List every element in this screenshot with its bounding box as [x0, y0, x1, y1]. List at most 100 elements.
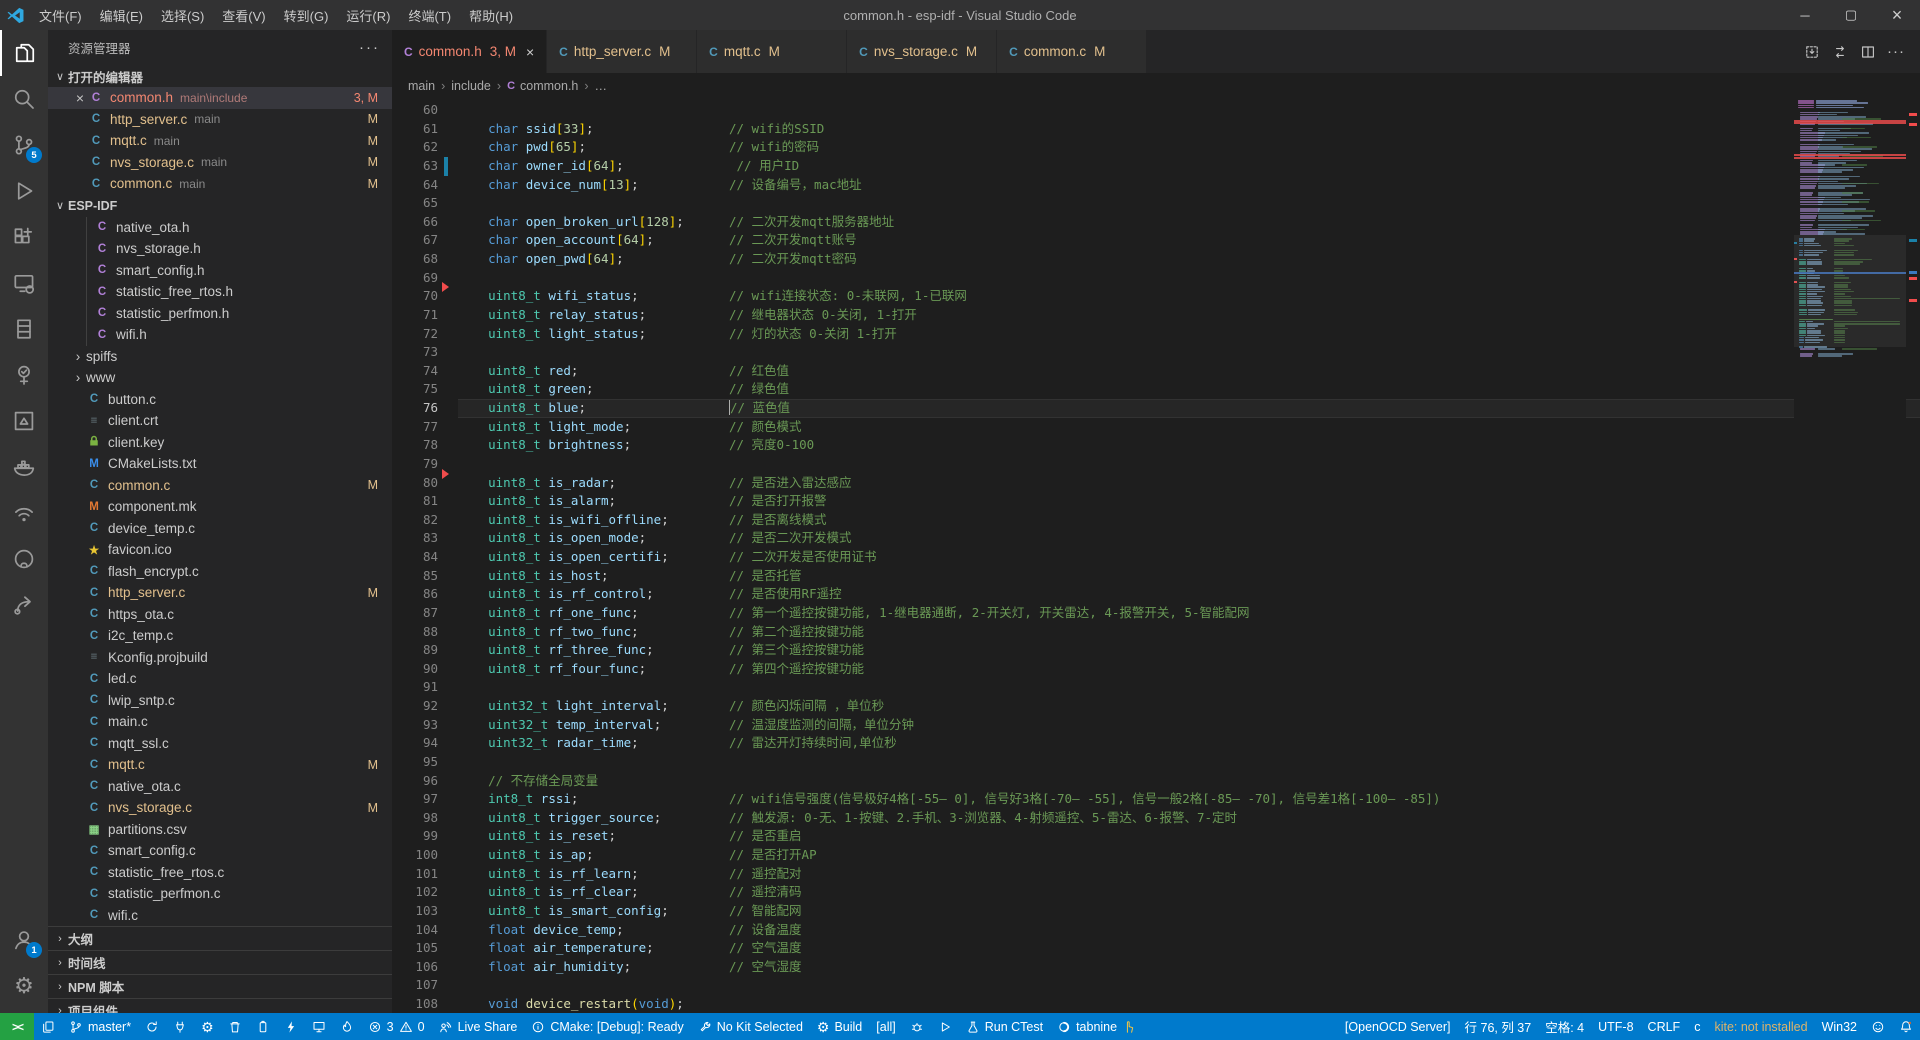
tree-item-favicon.ico[interactable]: ★favicon.ico	[48, 539, 392, 561]
status-cursor-position[interactable]: 行 76, 列 37	[1458, 1013, 1539, 1040]
tree-item-button.c[interactable]: Cbutton.c	[48, 389, 392, 411]
tree-item-partitions.csv[interactable]: ▦partitions.csv	[48, 819, 392, 841]
tree-item-native_ota.h[interactable]: Cnative_ota.h	[48, 217, 392, 239]
tree-item-statistic_perfmon.c[interactable]: Cstatistic_perfmon.c	[48, 883, 392, 905]
menu-运行[interactable]: 运行(R)	[337, 0, 399, 30]
section-NPM 脚本[interactable]: ›NPM 脚本	[48, 974, 392, 998]
tab-nvs_storage.c[interactable]: Cnvs_storage.cM	[847, 30, 997, 73]
status-serial-port[interactable]	[166, 1013, 194, 1040]
tree-item-smart_config.c[interactable]: Csmart_config.c	[48, 840, 392, 862]
tree-item-https_ota.c[interactable]: Chttps_ota.c	[48, 604, 392, 626]
status-build-target[interactable]: [all]	[869, 1013, 902, 1040]
status-live-share[interactable]: Live Share	[432, 1013, 525, 1040]
tab-http_server.c[interactable]: Chttp_server.cM	[547, 30, 697, 73]
close-button[interactable]: ×	[1874, 0, 1920, 30]
status-feedback[interactable]	[1864, 1013, 1892, 1040]
status-sync[interactable]	[138, 1013, 166, 1040]
tree-item-nvs_storage.h[interactable]: Cnvs_storage.h	[48, 238, 392, 260]
code-area[interactable]: char ssid[33]; // wifi的SSID char pwd[65]…	[458, 99, 1920, 1013]
tree-item-flash_encrypt.c[interactable]: Cflash_encrypt.c	[48, 561, 392, 583]
activitybar-live-share[interactable]	[0, 582, 48, 628]
maximize-button[interactable]: ▢	[1828, 0, 1874, 30]
tree-item-client.crt[interactable]: ≡client.crt	[48, 410, 392, 432]
tree-item-statistic_free_rtos.c[interactable]: Cstatistic_free_rtos.c	[48, 862, 392, 884]
tree-item-main.c[interactable]: Cmain.c	[48, 711, 392, 733]
status-language-mode[interactable]: c	[1687, 1013, 1707, 1040]
status-encoding[interactable]: UTF-8	[1591, 1013, 1640, 1040]
tab-common.h[interactable]: Ccommon.h3, M×	[392, 30, 547, 73]
activitybar-docker[interactable]	[0, 444, 48, 490]
status-platform[interactable]: Win32	[1815, 1013, 1864, 1040]
status-tabnine[interactable]: tabnine	[1050, 1013, 1143, 1040]
open-editor-common.c[interactable]: Ccommon.cmainM	[48, 173, 392, 195]
minimap-slider[interactable]	[1794, 235, 1906, 348]
section-header-open-editors[interactable]: ∨打开的编辑器	[48, 65, 392, 87]
tree-item-client.key[interactable]: client.key	[48, 432, 392, 454]
tree-item-www[interactable]: ›www	[48, 367, 392, 389]
status-editor-layouts[interactable]	[34, 1013, 62, 1040]
status-monitor-device[interactable]	[305, 1013, 333, 1040]
activitybar-extensions[interactable]	[0, 214, 48, 260]
activitybar-remote-explorer[interactable]	[0, 260, 48, 306]
activitybar-explorer[interactable]	[0, 30, 48, 76]
tree-item-statistic_perfmon.h[interactable]: Cstatistic_perfmon.h	[48, 303, 392, 325]
status-launch-target[interactable]	[931, 1013, 959, 1040]
section-大纲[interactable]: ›大纲	[48, 926, 392, 950]
tree-item-nvs_storage.c[interactable]: Cnvs_storage.cM	[48, 797, 392, 819]
breadcrumb[interactable]: main›include›Ccommon.h›…	[392, 73, 1920, 99]
status-remote-indicator[interactable]: ><	[0, 1013, 34, 1040]
tab-common.c[interactable]: Ccommon.cM	[997, 30, 1147, 73]
status-notifications[interactable]	[1892, 1013, 1920, 1040]
activitybar-docs[interactable]	[0, 306, 48, 352]
menu-查看[interactable]: 查看(V)	[213, 0, 274, 30]
open-editor-nvs_storage.c[interactable]: Cnvs_storage.cmainM	[48, 152, 392, 174]
close-icon[interactable]: ×	[72, 90, 88, 106]
tree-item-i2c_temp.c[interactable]: Ci2c_temp.c	[48, 625, 392, 647]
sync-file-icon[interactable]	[1826, 44, 1854, 60]
section-项目组件[interactable]: ›项目组件	[48, 998, 392, 1013]
menu-终端[interactable]: 终端(T)	[399, 0, 460, 30]
breadcrumb-item[interactable]: …	[595, 79, 608, 93]
section-时间线[interactable]: ›时间线	[48, 950, 392, 974]
status-cmake-kit[interactable]: No Kit Selected	[691, 1013, 810, 1040]
tree-item-http_server.c[interactable]: Chttp_server.cM	[48, 582, 392, 604]
activitybar-esp-idf[interactable]	[0, 490, 48, 536]
tree-item-led.c[interactable]: Cled.c	[48, 668, 392, 690]
breadcrumb-item[interactable]: main	[408, 79, 435, 93]
open-editor-http_server.c[interactable]: Chttp_server.cmainM	[48, 109, 392, 131]
menu-选择[interactable]: 选择(S)	[152, 0, 213, 30]
more-actions-icon[interactable]: ···	[1882, 43, 1910, 60]
status-openocd-server[interactable]: [OpenOCD Server]	[1338, 1013, 1458, 1040]
menu-转到[interactable]: 转到(G)	[275, 0, 338, 30]
activitybar-account[interactable]: 1	[0, 917, 48, 963]
minimap[interactable]	[1794, 99, 1906, 1013]
status-kite-status[interactable]: kite: not installed	[1707, 1013, 1814, 1040]
status-run-ctest[interactable]: Run CTest	[959, 1013, 1050, 1040]
status-git-branch[interactable]: master*	[62, 1013, 138, 1040]
tree-item-component.mk[interactable]: Mcomponent.mk	[48, 496, 392, 518]
run-below-icon[interactable]	[1798, 44, 1826, 60]
activitybar-settings[interactable]: ⚙	[0, 963, 48, 1009]
status-cmake-build[interactable]: ⚙Build	[810, 1013, 869, 1040]
tree-item-CMakeLists.txt[interactable]: MCMakeLists.txt	[48, 453, 392, 475]
tree-item-native_ota.c[interactable]: Cnative_ota.c	[48, 776, 392, 798]
tree-item-lwip_sntp.c[interactable]: Clwip_sntp.c	[48, 690, 392, 712]
open-editor-mqtt.c[interactable]: Cmqtt.cmainM	[48, 130, 392, 152]
sidebar-more-actions-icon[interactable]: ···	[359, 39, 380, 56]
close-icon[interactable]: ×	[526, 44, 534, 60]
tree-item-common.c[interactable]: Ccommon.cM	[48, 475, 392, 497]
breadcrumb-item[interactable]: include	[451, 79, 491, 93]
status-cmake-status[interactable]: CMake: [Debug]: Ready	[524, 1013, 690, 1040]
breadcrumb-item[interactable]: common.h	[520, 79, 578, 93]
status-indentation[interactable]: 空格: 4	[1538, 1013, 1591, 1040]
menu-编辑[interactable]: 编辑(E)	[91, 0, 152, 30]
status-eol[interactable]: CRLF	[1641, 1013, 1688, 1040]
activitybar-output-box[interactable]	[0, 398, 48, 444]
tree-item-mqtt_ssl.c[interactable]: Cmqtt_ssl.c	[48, 733, 392, 755]
open-editor-common.h[interactable]: ×Ccommon.hmain\include3, M	[48, 87, 392, 109]
menu-帮助[interactable]: 帮助(H)	[460, 0, 522, 30]
menu-文件[interactable]: 文件(F)	[30, 0, 91, 30]
status-flash-bolt[interactable]	[277, 1013, 305, 1040]
activitybar-run-debug[interactable]	[0, 168, 48, 214]
status-flash-device[interactable]	[249, 1013, 277, 1040]
